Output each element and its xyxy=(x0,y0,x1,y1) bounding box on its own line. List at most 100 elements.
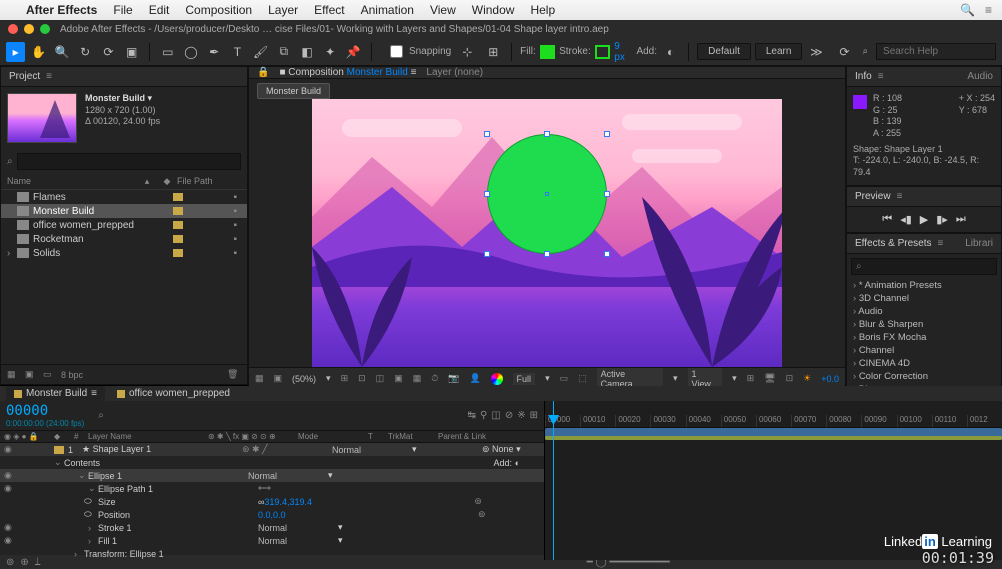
snap-opt2-icon[interactable]: ⊞ xyxy=(483,42,503,62)
fx-category[interactable]: Audio xyxy=(847,305,1001,318)
resolution-dropdown[interactable]: Full xyxy=(513,373,536,385)
bpc-toggle[interactable]: 8 bpc xyxy=(61,370,83,380)
project-tab[interactable]: Project≡ xyxy=(1,67,247,87)
channel-icon[interactable]: ▣ xyxy=(274,373,283,384)
new-folder-icon[interactable]: ▣ xyxy=(25,369,39,380)
window-close-button[interactable] xyxy=(8,24,18,34)
col-filepath[interactable]: File Path xyxy=(177,176,213,187)
toggle-switches-icon[interactable]: ⊚ xyxy=(6,557,14,568)
alpha-icon[interactable]: ▦ xyxy=(255,373,264,384)
guides-icon[interactable]: ⊡ xyxy=(358,373,366,384)
last-frame-icon[interactable]: ⏭ xyxy=(956,213,966,226)
grid-icon[interactable]: ⊞ xyxy=(341,373,349,384)
time-ruler[interactable]: 0000000010000200003000040000500006000070… xyxy=(545,401,1002,428)
tab-libraries[interactable]: Librari xyxy=(965,238,993,249)
eraser-tool[interactable]: ◧ xyxy=(297,42,316,62)
timecode-icon[interactable]: ⏱ xyxy=(431,373,438,384)
ellipse-tool[interactable]: ◯ xyxy=(181,42,200,62)
tl-icon[interactable]: ⊘ xyxy=(505,410,513,421)
pen-tool[interactable]: ✒ xyxy=(205,42,224,62)
col-type-icon[interactable]: ◆ xyxy=(157,176,177,187)
menu-file[interactable]: File xyxy=(113,3,132,17)
show-snapshot-icon[interactable]: 👤 xyxy=(469,373,480,384)
current-time[interactable]: 00000 xyxy=(6,403,84,419)
sync-icon[interactable]: ⟳ xyxy=(834,42,854,62)
prev-frame-icon[interactable]: ◂▮ xyxy=(900,213,912,226)
tab-effects[interactable]: Effects & Presets xyxy=(855,238,932,249)
workspace-default[interactable]: Default xyxy=(697,43,751,60)
viewer-canvas[interactable] xyxy=(249,99,845,367)
menu-animation[interactable]: Animation xyxy=(361,3,414,17)
tl-icon[interactable]: ◫ xyxy=(491,410,500,421)
selection-tool[interactable]: ▸ xyxy=(6,42,25,62)
prop-position[interactable]: ⬭Position0.0,0.0⊚ xyxy=(0,508,544,521)
col-mode[interactable]: Mode xyxy=(298,432,368,441)
fx-category[interactable]: Color Correction xyxy=(847,370,1001,383)
mask-icon[interactable]: ◫ xyxy=(376,373,385,384)
rect-tool[interactable]: ▭ xyxy=(158,42,177,62)
layer-fill[interactable]: ◉›Fill 1Normal▾ xyxy=(0,534,544,547)
lock-icon[interactable]: 🔒 xyxy=(257,67,269,78)
viewer-tab-comp[interactable]: ■ Composition Monster Build ≡ xyxy=(279,67,416,78)
toggle-pane-icon[interactable]: ⟘ xyxy=(35,557,41,568)
fx-category[interactable]: CINEMA 4D xyxy=(847,357,1001,370)
tab-audio[interactable]: Audio xyxy=(967,71,993,82)
layer-row[interactable]: ◉1 ★ Shape Layer 1 ⊛ ✱ ╱ Normal▾ ⊚ None … xyxy=(0,443,544,456)
search-icon[interactable]: ⌕ xyxy=(98,410,104,421)
fx-category[interactable]: Channel xyxy=(847,344,1001,357)
fx-category[interactable]: Boris FX Mocha xyxy=(847,331,1001,344)
3d-icon[interactable]: ⬚ xyxy=(578,373,587,384)
play-icon[interactable]: ▶ xyxy=(920,213,928,226)
menu-window[interactable]: Window xyxy=(472,3,515,17)
col-parent[interactable]: Parent & Link xyxy=(438,432,486,441)
orbit-tool[interactable]: ↻ xyxy=(76,42,95,62)
fx-category[interactable]: * Animation Presets xyxy=(847,279,1001,292)
roto-tool[interactable]: ✦ xyxy=(321,42,340,62)
color-channel-icon[interactable] xyxy=(491,373,503,385)
layer-ellipse-path[interactable]: ◉⌄Ellipse Path 1⟷ xyxy=(0,482,544,495)
roi-icon[interactable]: ▣ xyxy=(394,373,403,384)
view-opt-icon[interactable]: ⊞ xyxy=(747,373,755,384)
puppet-tool[interactable]: 📌 xyxy=(344,42,363,62)
add-menu-icon[interactable]: ◐ xyxy=(661,42,680,62)
menu-help[interactable]: Help xyxy=(530,3,555,17)
layer-stroke[interactable]: ◉›Stroke 1Normal▾ xyxy=(0,521,544,534)
project-item[interactable]: Monster Build▪ xyxy=(1,204,247,218)
breadcrumb-pill[interactable]: Monster Build xyxy=(257,83,330,99)
fill-swatch[interactable] xyxy=(540,45,555,59)
project-item[interactable]: office women_prepped▪ xyxy=(1,218,247,232)
hand-tool[interactable]: ✋ xyxy=(29,42,48,62)
app-name[interactable]: After Effects xyxy=(26,3,97,17)
fx-category[interactable]: 3D Channel xyxy=(847,292,1001,305)
workspace-menu-icon[interactable]: ≫ xyxy=(806,42,826,62)
menu-composition[interactable]: Composition xyxy=(185,3,252,17)
col-label-icon[interactable]: ▴ xyxy=(137,176,157,187)
menu-extras-icon[interactable]: ≡ xyxy=(985,3,992,17)
view-opt3-icon[interactable]: ⊡ xyxy=(786,373,794,384)
tl-icon[interactable]: ↹ xyxy=(468,410,476,421)
type-tool[interactable]: T xyxy=(228,42,247,62)
snap-opt-icon[interactable]: ⊹ xyxy=(457,42,477,62)
tl-icon[interactable]: ⚲ xyxy=(480,410,487,421)
hamburger-icon[interactable]: ≡ xyxy=(46,71,52,82)
transparency-icon[interactable]: ▦ xyxy=(413,373,422,384)
fx-category[interactable]: Blur & Sharpen xyxy=(847,318,1001,331)
layer-transform[interactable]: ›Transform: Ellipse 1 xyxy=(0,547,544,560)
brush-tool[interactable]: 🖌 xyxy=(251,42,270,62)
timeline-tab[interactable]: office women_prepped xyxy=(109,386,238,401)
camera-tool[interactable]: ▣ xyxy=(122,42,141,62)
zoom-dropdown[interactable]: (50%) xyxy=(292,374,316,384)
window-maximize-button[interactable] xyxy=(40,24,50,34)
col-name[interactable]: Name xyxy=(7,176,137,187)
exposure-icon[interactable]: ☀ xyxy=(803,373,811,384)
menu-layer[interactable]: Layer xyxy=(268,3,298,17)
spotlight-icon[interactable]: 🔍 xyxy=(960,3,975,17)
view-opt2-icon[interactable]: 🖥 xyxy=(764,373,775,384)
col-layer-name[interactable]: Layer Name xyxy=(88,432,208,441)
first-frame-icon[interactable]: ⏮ xyxy=(882,213,892,226)
rotation-tool[interactable]: ⟳ xyxy=(99,42,118,62)
tl-icon[interactable]: ⊞ xyxy=(530,410,538,421)
preview-icon[interactable]: ▭ xyxy=(560,373,569,384)
next-frame-icon[interactable]: ▮▸ xyxy=(936,213,948,226)
exposure-value[interactable]: +0.0 xyxy=(821,374,839,384)
